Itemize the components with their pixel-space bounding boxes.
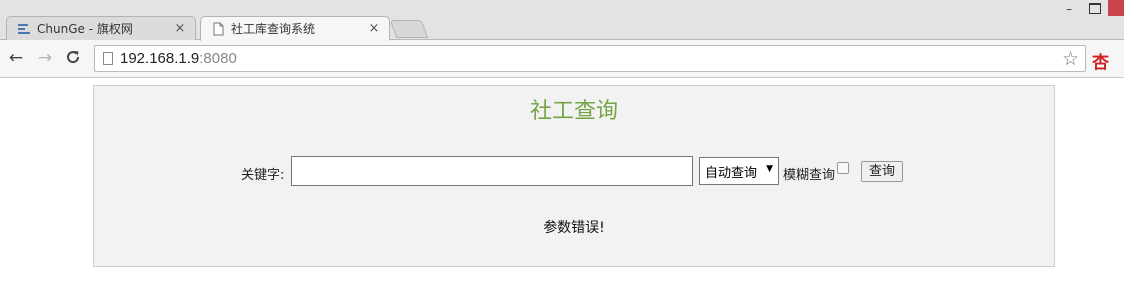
tab-social-query[interactable]: 社工库查询系统 × bbox=[200, 16, 390, 41]
query-mode-select[interactable]: 自动查询 ▼ bbox=[699, 157, 779, 185]
close-window-button[interactable] bbox=[1108, 0, 1124, 16]
tab-title: ChunGe - 旗权网 bbox=[37, 22, 133, 36]
fuzzy-query-label: 模糊查询 bbox=[783, 168, 836, 183]
maximize-icon[interactable] bbox=[1089, 3, 1101, 14]
query-panel: 社工查询 关键字: 自动查询 ▼ 模糊查询 查询 参数错误! bbox=[93, 85, 1055, 267]
tab-strip: ChunGe - 旗权网 × 社工库查询系统 × – bbox=[0, 0, 1124, 41]
keyword-label: 关键字: bbox=[241, 168, 285, 183]
star-icon[interactable]: ☆ bbox=[1062, 48, 1079, 70]
close-icon[interactable]: × bbox=[173, 21, 187, 36]
tab-title: 社工库查询系统 bbox=[231, 22, 316, 36]
error-message: 参数错误! bbox=[543, 220, 605, 236]
new-tab-button[interactable] bbox=[389, 20, 429, 38]
back-arrow-icon[interactable]: ← bbox=[6, 48, 26, 68]
address-bar[interactable]: 192.168.1.9 :8080 ☆ bbox=[94, 45, 1086, 72]
page-icon bbox=[103, 52, 113, 65]
stack-icon bbox=[17, 22, 31, 36]
fuzzy-query-checkbox[interactable] bbox=[837, 162, 849, 174]
query-button[interactable]: 查询 bbox=[861, 161, 903, 182]
url-port: :8080 bbox=[199, 50, 237, 67]
reload-icon[interactable] bbox=[63, 48, 83, 68]
url-host: 192.168.1.9 bbox=[120, 50, 200, 67]
search-form: 关键字: 自动查询 ▼ 模糊查询 查询 bbox=[94, 156, 1054, 186]
close-icon[interactable]: × bbox=[367, 21, 381, 36]
query-mode-value: 自动查询 bbox=[705, 165, 758, 181]
keyword-input[interactable] bbox=[291, 156, 693, 186]
forward-arrow-icon[interactable]: → bbox=[35, 48, 55, 68]
extension-icon[interactable]: 杏 bbox=[1092, 48, 1109, 73]
browser-toolbar: ← → 192.168.1.9 :8080 ☆ 杏 bbox=[0, 40, 1124, 78]
tab-chunge[interactable]: ChunGe - 旗权网 × bbox=[6, 16, 196, 40]
page-icon bbox=[211, 22, 225, 36]
caret-down-icon: ▼ bbox=[766, 164, 773, 174]
minimize-icon[interactable]: – bbox=[1062, 2, 1076, 16]
page-title: 社工查询 bbox=[529, 99, 618, 124]
